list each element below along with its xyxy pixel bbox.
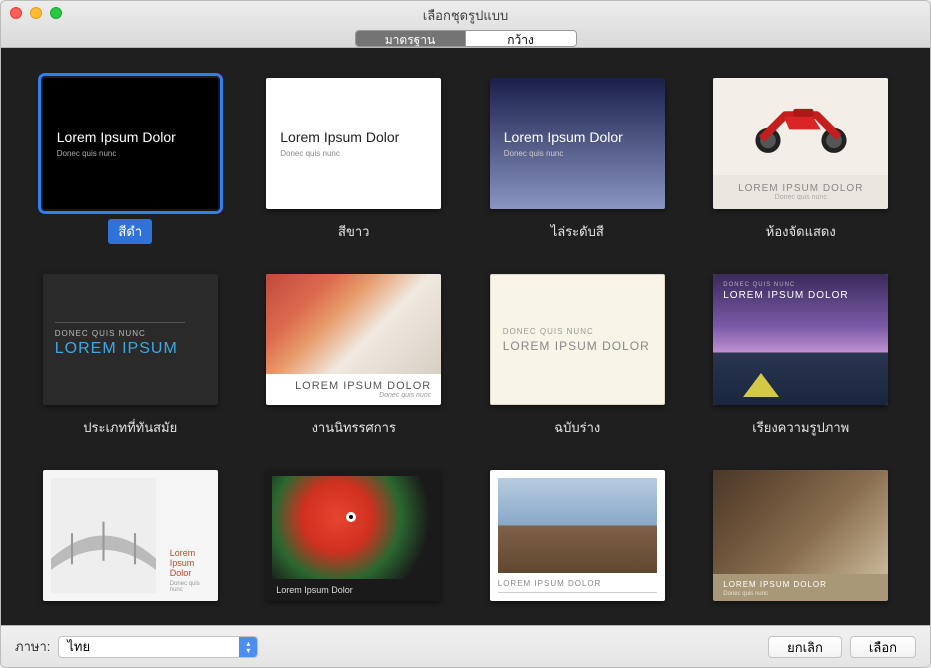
window-title: เลือกชุดรูปแบบ xyxy=(423,5,508,26)
template-label: สีดำ xyxy=(108,219,152,244)
thumbnail: DONEC QUIS NUNC LOREM IPSUM xyxy=(43,274,218,405)
thumbnail: Lorem Ipsum Dolor Donec quis nunc xyxy=(266,78,441,209)
thumbnail: LOREM IPSUM DOLOR Donec quis nunc xyxy=(713,470,888,601)
template-label: เรียงความรูปภาพ xyxy=(742,415,859,440)
template-extra-3[interactable]: LOREM IPSUM DOLOR xyxy=(488,470,667,601)
template-photo-essay[interactable]: DONEC QUIS NUNC LOREM IPSUM DOLOR เรียงค… xyxy=(712,274,891,440)
minimize-icon[interactable] xyxy=(30,7,42,19)
thumbnail: LOREM IPSUM DOLOR xyxy=(490,470,665,601)
language-value: ไทย xyxy=(67,636,90,657)
thumbnail: DONEC QUIS NUNC LOREM IPSUM DOLOR xyxy=(713,274,888,405)
motorcycle-icon xyxy=(713,78,888,175)
language-select[interactable]: ไทย xyxy=(58,636,258,658)
template-extra-1[interactable]: Lorem Ipsum Dolor Donec quis nunc xyxy=(41,470,220,601)
template-modern[interactable]: DONEC QUIS NUNC LOREM IPSUM ประเภทที่ทัน… xyxy=(41,274,220,440)
template-draft[interactable]: DONEC QUIS NUNC LOREM IPSUM DOLOR ฉบับร่… xyxy=(488,274,667,440)
theme-chooser-window: เลือกชุดรูปแบบ มาตรฐาน กว้าง Lorem Ipsum… xyxy=(0,0,931,668)
template-grid: Lorem Ipsum Dolor Donec quis nunc สีดำ L… xyxy=(41,78,890,601)
stepper-icon xyxy=(239,637,257,657)
cancel-button[interactable]: ยกเลิก xyxy=(768,636,842,658)
template-white[interactable]: Lorem Ipsum Dolor Donec quis nunc สีขาว xyxy=(265,78,444,244)
bottom-toolbar: ภาษา: ไทย ยกเลิก เลือก xyxy=(1,625,930,667)
thumbnail: Lorem Ipsum Dolor xyxy=(266,470,441,601)
template-label: ห้องจัดแสดง xyxy=(756,219,846,244)
zoom-icon[interactable] xyxy=(50,7,62,19)
aspect-segmented-control: มาตรฐาน กว้าง xyxy=(355,30,577,47)
template-label: งานนิทรรศการ xyxy=(302,415,406,440)
tab-wide[interactable]: กว้าง xyxy=(466,31,576,46)
thumbnail: Lorem Ipsum Dolor Donec quis nunc xyxy=(490,78,665,209)
choose-button[interactable]: เลือก xyxy=(850,636,916,658)
thumbnail: DONEC QUIS NUNC LOREM IPSUM DOLOR xyxy=(490,274,665,405)
tab-standard[interactable]: มาตรฐาน xyxy=(356,31,466,46)
template-exhibition[interactable]: LOREM IPSUM DOLOR Donec quis nunc งานนิท… xyxy=(265,274,444,440)
template-label: สีขาว xyxy=(328,219,379,244)
template-extra-4[interactable]: LOREM IPSUM DOLOR Donec quis nunc xyxy=(712,470,891,601)
thumbnail: LOREM IPSUM DOLOR Donec quis nunc xyxy=(266,274,441,405)
template-showroom[interactable]: LOREM IPSUM DOLOR Donec quis nunc ห้องจั… xyxy=(712,78,891,244)
template-label: ประเภทที่ทันสมัย xyxy=(73,415,187,440)
template-gradient[interactable]: Lorem Ipsum Dolor Donec quis nunc ไล่ระด… xyxy=(488,78,667,244)
thumbnail: Lorem Ipsum Dolor Donec quis nunc xyxy=(43,470,218,601)
close-icon[interactable] xyxy=(10,7,22,19)
window-controls xyxy=(10,7,62,19)
template-extra-2[interactable]: Lorem Ipsum Dolor xyxy=(265,470,444,601)
titlebar: เลือกชุดรูปแบบ มาตรฐาน กว้าง xyxy=(1,1,930,48)
template-grid-scroll[interactable]: Lorem Ipsum Dolor Donec quis nunc สีดำ L… xyxy=(1,48,930,625)
thumbnail: Lorem Ipsum Dolor Donec quis nunc xyxy=(43,78,218,209)
template-black[interactable]: Lorem Ipsum Dolor Donec quis nunc สีดำ xyxy=(41,78,220,244)
language-label: ภาษา: xyxy=(15,636,50,657)
thumbnail: LOREM IPSUM DOLOR Donec quis nunc xyxy=(713,78,888,209)
template-label: ไล่ระดับสี xyxy=(541,219,614,244)
template-label: ฉบับร่าง xyxy=(544,415,610,440)
